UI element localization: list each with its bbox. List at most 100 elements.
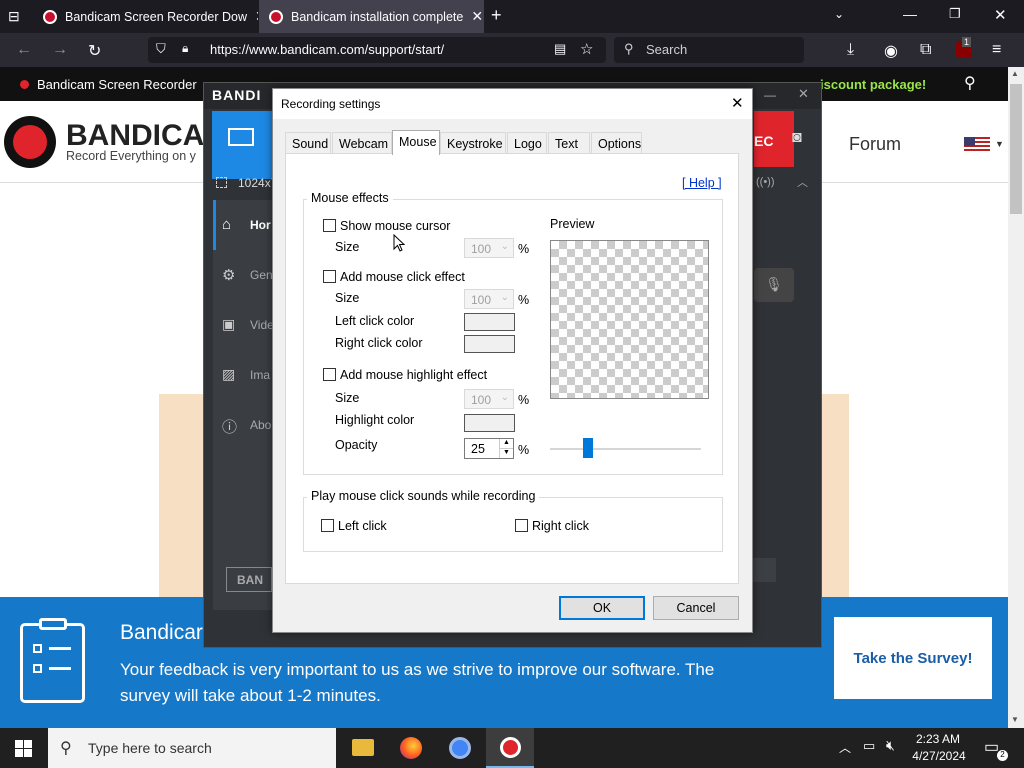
chevron-down-icon: ⌄ [500, 241, 509, 252]
bookmark-star-icon[interactable]: ☆ [580, 40, 593, 58]
help-link[interactable]: [ Help ] [682, 176, 722, 190]
show-cursor-label[interactable]: Show mouse cursor [340, 219, 450, 233]
logo-text[interactable]: BANDICA [66, 119, 204, 153]
nav-video[interactable]: Vide [250, 318, 274, 332]
highlight-size-select[interactable]: 100 ⌄ [464, 389, 514, 409]
chrome-icon[interactable] [449, 737, 471, 759]
click-size-value: 100 [471, 293, 492, 307]
spin-down-icon[interactable]: ▼ [499, 448, 513, 458]
reload-icon[interactable]: ↻ [88, 41, 101, 61]
dialog-close-icon[interactable]: ✕ [731, 94, 744, 112]
tab-webcam[interactable]: Webcam [332, 132, 392, 154]
tab-list-icon[interactable]: ⊟ [8, 8, 20, 25]
chevron-up-icon[interactable]: ︿ [839, 739, 851, 756]
highlight-color-button[interactable] [464, 414, 515, 432]
site-title[interactable]: Bandicam Screen Recorder [37, 77, 197, 92]
right-click-sound-checkbox[interactable] [515, 519, 528, 532]
click-effect-checkbox[interactable] [323, 270, 336, 283]
left-click-sound-label[interactable]: Left click [338, 519, 387, 533]
broadcast-icon: ((•)) [756, 176, 775, 188]
ok-button[interactable]: OK [559, 596, 645, 620]
close-tab-icon[interactable]: ✕ [247, 8, 258, 25]
restore-icon[interactable]: ❐ [949, 6, 961, 22]
tab-keystroke[interactable]: Keystroke [440, 132, 506, 154]
camera-icon[interactable]: ◙ [792, 129, 802, 147]
opacity-slider-thumb[interactable] [583, 438, 593, 458]
highlight-effect-label[interactable]: Add mouse highlight effect [340, 368, 487, 382]
right-click-color-button[interactable] [464, 335, 515, 353]
downloads-icon[interactable]: ⤓ [847, 41, 854, 59]
volume-muted-icon[interactable]: 🔇︎ [886, 737, 895, 754]
nav-about[interactable]: Abo [250, 418, 271, 432]
nav-general[interactable]: Gen [250, 268, 273, 282]
cursor-size-select[interactable]: 100 ⌄ [464, 238, 514, 258]
record-circle-icon [13, 125, 47, 159]
forward-icon[interactable]: → [52, 41, 68, 59]
forum-link[interactable]: Forum [849, 134, 901, 155]
firefox-icon[interactable] [400, 737, 422, 759]
network-icon[interactable]: ▭ [863, 738, 875, 754]
clock-time[interactable]: 2:23 AM [915, 732, 961, 746]
cancel-button[interactable]: Cancel [653, 596, 739, 620]
account-icon[interactable]: ◉ [884, 41, 898, 61]
tab-mouse[interactable]: Mouse [392, 130, 440, 155]
tab-text[interactable]: Text [548, 132, 590, 154]
opacity-value[interactable]: 25 [471, 442, 485, 456]
opacity-stepper[interactable]: 25 ▲ ▼ [464, 438, 514, 459]
spin-up-icon[interactable]: ▲ [499, 439, 513, 448]
show-cursor-checkbox[interactable] [323, 219, 336, 232]
lock-icon[interactable]: 🔒︎ [182, 41, 188, 56]
promo-link[interactable]: iscount package! [820, 77, 926, 92]
tab-options[interactable]: Options [591, 132, 642, 154]
highlight-effect-checkbox[interactable] [323, 368, 336, 381]
collapse-icon[interactable]: ︿ [797, 174, 808, 190]
url-text[interactable]: https://www.bandicam.com/support/start/ [210, 42, 444, 57]
monitor-icon [228, 128, 254, 146]
tab-logo[interactable]: Logo [507, 132, 547, 154]
mic-icon[interactable]: 🎙︎ [754, 268, 794, 302]
left-click-color-button[interactable] [464, 313, 515, 331]
search-icon[interactable]: ⚲ [964, 73, 976, 93]
extensions-icon[interactable]: ⧉ [920, 41, 931, 59]
app-close-icon[interactable]: ✕ [798, 86, 809, 102]
back-icon[interactable]: ← [16, 41, 32, 59]
chevron-down-icon[interactable]: ⌄ [834, 7, 844, 21]
left-click-sound-checkbox[interactable] [321, 519, 334, 532]
new-tab-icon[interactable]: + [491, 5, 502, 26]
close-tab-icon[interactable]: ✕ [463, 8, 484, 25]
minimize-icon[interactable]: — [903, 6, 917, 22]
click-size-select[interactable]: 100 ⌄ [464, 289, 514, 309]
shield-icon[interactable]: ⛉ [156, 41, 166, 57]
search-bar[interactable]: ⚲ Search [614, 37, 804, 63]
scrollbar-thumb[interactable] [1010, 84, 1022, 214]
extension-badge: 1 [962, 37, 972, 47]
clock-date[interactable]: 4/27/2024 [909, 749, 969, 763]
menu-icon[interactable]: ≡ [992, 41, 1001, 59]
opacity-label: Opacity [335, 438, 378, 452]
app-minimize-icon[interactable]: — [764, 88, 776, 102]
taskbar-search-box[interactable]: ⚲ Type here to search [48, 728, 336, 768]
nav-image[interactable]: Ima [250, 368, 270, 382]
url-bar[interactable]: ⛉ 🔒︎ https://www.bandicam.com/support/st… [148, 37, 606, 63]
rec-button[interactable]: EC [754, 111, 794, 167]
language-dropdown-icon[interactable]: ▼ [995, 139, 1004, 149]
file-explorer-icon[interactable] [352, 739, 374, 756]
reader-view-icon[interactable]: ▤ [554, 41, 566, 57]
windows-start-icon[interactable] [15, 740, 32, 757]
image-icon: ▨ [222, 366, 236, 382]
preview-label: Preview [550, 217, 595, 231]
survey-text-line2: survey will take about 1-2 minutes. [120, 686, 381, 705]
browser-tab[interactable]: Bandicam Screen Recorder Dow ✕ [33, 0, 258, 33]
opacity-slider-track[interactable] [550, 448, 701, 450]
scroll-up-icon[interactable]: ▲ [1011, 69, 1019, 78]
browser-tab-active[interactable]: Bandicam installation complete ✕ [259, 0, 484, 33]
right-click-sound-label[interactable]: Right click [532, 519, 589, 533]
tab-sound[interactable]: Sound [285, 132, 331, 154]
close-window-icon[interactable]: ✕ [994, 6, 1007, 24]
click-effect-label[interactable]: Add mouse click effect [340, 270, 465, 284]
bandicam-favicon-icon [43, 9, 57, 24]
take-survey-button[interactable]: Take the Survey! [834, 617, 992, 699]
nav-home[interactable]: Hor [250, 218, 271, 232]
scroll-down-icon[interactable]: ▼ [1011, 715, 1019, 724]
notification-badge: 2 [997, 750, 1008, 761]
